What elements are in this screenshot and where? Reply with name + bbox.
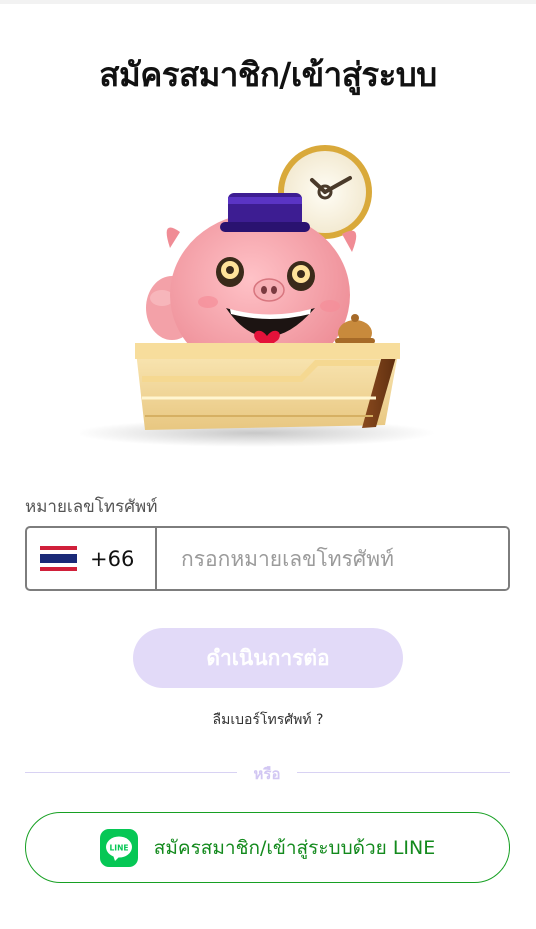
line-icon-text: LINE	[109, 843, 128, 852]
page-title: สมัครสมาชิก/เข้าสู่ระบบ	[99, 55, 437, 94]
continue-button[interactable]: ดำเนินการต่อ	[133, 628, 403, 688]
line-icon: LINE	[99, 828, 138, 867]
forgot-phone-link[interactable]: ลืมเบอร์โทรศัพท์ ?	[0, 709, 536, 731]
country-code: +66	[90, 546, 135, 571]
thailand-flag-icon	[40, 545, 77, 572]
divider-label: หรือ	[253, 765, 281, 783]
phone-label: หมายเลขโทรศัพท์	[25, 497, 158, 517]
top-divider	[0, 0, 536, 4]
country-code-selector[interactable]: +66	[27, 528, 157, 589]
line-login-button[interactable]: LINE สมัครสมาชิก/เข้าสู่ระบบด้วย LINE	[25, 812, 510, 883]
divider-left	[25, 772, 237, 773]
pig-mascot-illustration	[80, 145, 435, 447]
line-login-label: สมัครสมาชิก/เข้าสู่ระบบด้วย LINE	[153, 836, 436, 859]
phone-input[interactable]	[157, 528, 508, 589]
divider-right	[297, 772, 510, 773]
phone-field-group: +66	[25, 526, 510, 591]
